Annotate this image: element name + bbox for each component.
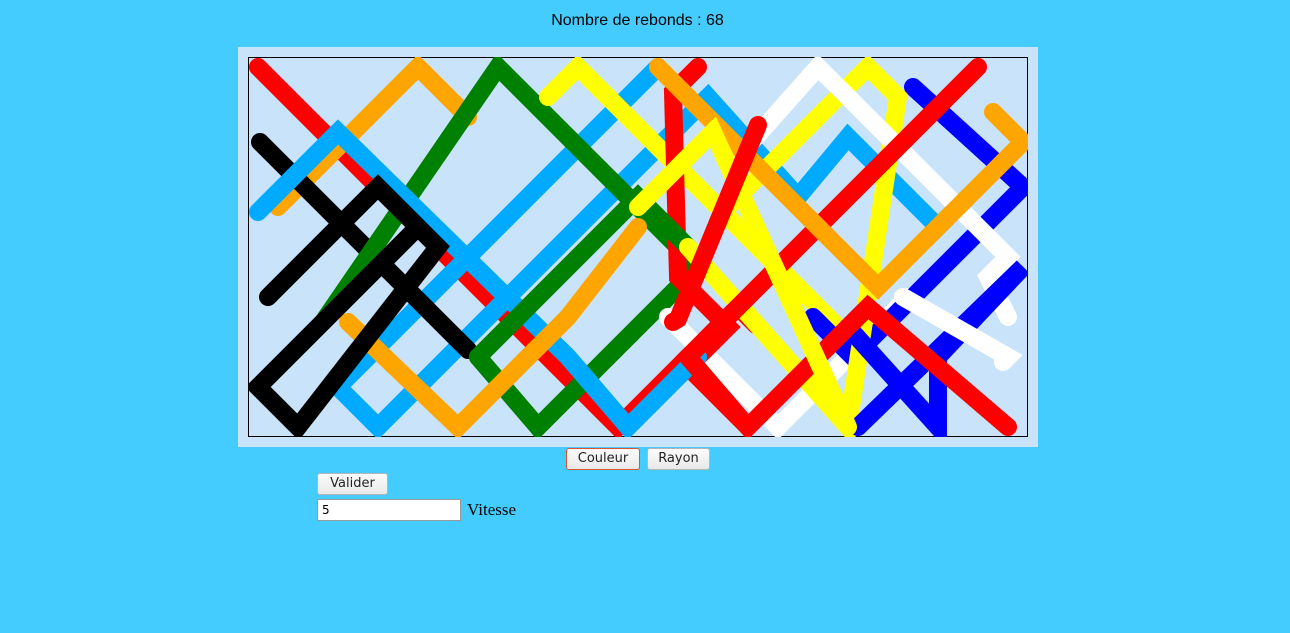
speed-label: Vitesse	[467, 500, 517, 519]
bounce-canvas[interactable]	[248, 57, 1028, 437]
canvas-frame	[238, 47, 1038, 447]
color-button[interactable]: Couleur	[566, 448, 640, 470]
validate-button[interactable]: Valider	[317, 473, 388, 495]
ray-button[interactable]: Rayon	[647, 448, 710, 470]
bounce-counter: Nombre de rebonds : 68	[551, 12, 724, 29]
speed-input[interactable]	[317, 499, 461, 521]
